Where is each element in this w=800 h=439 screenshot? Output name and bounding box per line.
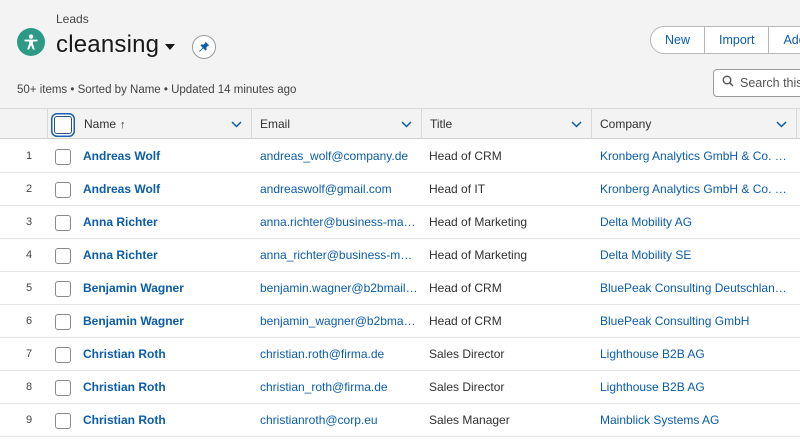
row-number: 8 xyxy=(25,381,33,393)
lead-name-link[interactable]: Christian Roth xyxy=(83,338,243,371)
lead-email-link[interactable]: anna_richter@business-mail.de xyxy=(260,239,418,272)
lead-company-link[interactable]: Lighthouse B2B AG xyxy=(600,371,790,404)
row-checkbox[interactable] xyxy=(55,281,71,297)
column-label-title: Title xyxy=(430,117,453,131)
lead-title: Sales Director xyxy=(429,380,505,394)
row-checkbox[interactable] xyxy=(55,314,71,330)
column-header-title[interactable]: Title xyxy=(422,109,592,139)
column-header-email[interactable]: Email xyxy=(252,109,422,139)
list-actions: New Import Add xyxy=(650,26,800,54)
row-number: 3 xyxy=(25,216,33,228)
add-button[interactable]: Add xyxy=(769,27,800,53)
select-all-checkbox[interactable] xyxy=(54,116,72,134)
row-number: 1 xyxy=(25,150,33,162)
table-row: 4 Anna Richter anna_richter@business-mai… xyxy=(0,239,800,272)
table-row: 8 Christian Roth christian_roth@firma.de… xyxy=(0,371,800,404)
lead-email-link[interactable]: andreaswolf@gmail.com xyxy=(260,173,418,206)
table-row: 5 Benjamin Wagner benjamin.wagner@b2bmai… xyxy=(0,272,800,305)
chevron-down-icon[interactable] xyxy=(399,117,413,131)
row-checkbox[interactable] xyxy=(55,215,71,231)
row-number: 9 xyxy=(25,414,33,426)
column-label-name: Name xyxy=(84,117,117,131)
import-button[interactable]: Import xyxy=(705,27,770,53)
list-search-box xyxy=(713,69,800,97)
object-label: Leads xyxy=(56,12,89,26)
lead-title: Sales Manager xyxy=(429,413,510,427)
column-label-company: Company xyxy=(600,117,652,131)
lead-name-link[interactable]: Anna Richter xyxy=(83,239,243,272)
lead-name-link[interactable]: Benjamin Wagner xyxy=(83,272,243,305)
lead-object-icon xyxy=(17,28,45,56)
lead-title: Head of IT xyxy=(429,182,486,196)
row-checkbox[interactable] xyxy=(55,248,71,264)
table-row: 2 Andreas Wolf andreaswolf@gmail.com Hea… xyxy=(0,173,800,206)
pin-icon[interactable] xyxy=(192,35,216,59)
chevron-down-icon[interactable] xyxy=(774,117,788,131)
row-number: 2 xyxy=(25,183,33,195)
sort-ascending-icon: ↑ xyxy=(120,119,126,131)
lead-name-link[interactable]: Christian Roth xyxy=(83,404,243,437)
row-checkbox[interactable] xyxy=(55,380,71,396)
lead-name-link[interactable]: Benjamin Wagner xyxy=(83,305,243,338)
lead-company-link[interactable]: BluePeak Consulting GmbH xyxy=(600,305,790,338)
lead-company-link[interactable]: Lighthouse B2B AG xyxy=(600,338,790,371)
table-row: 3 Anna Richter anna.richter@business-mai… xyxy=(0,206,800,239)
row-number: 7 xyxy=(25,348,33,360)
lead-company-link[interactable]: Kronberg Analytics GmbH & Co. KG xyxy=(600,173,790,206)
row-checkbox[interactable] xyxy=(55,149,71,165)
chevron-down-icon[interactable] xyxy=(569,117,583,131)
column-header-name[interactable]: Name ↑ xyxy=(76,109,252,139)
list-view-picker-caret-icon[interactable] xyxy=(160,38,180,56)
lead-name-link[interactable]: Anna Richter xyxy=(83,206,243,239)
lead-company-link[interactable]: Delta Mobility AG xyxy=(600,206,790,239)
select-all-header xyxy=(48,109,76,139)
lead-email-link[interactable]: benjamin_wagner@b2bmail.de xyxy=(260,305,418,338)
lead-title: Head of CRM xyxy=(429,149,502,163)
lead-email-link[interactable]: christianroth@corp.eu xyxy=(260,404,418,437)
lead-email-link[interactable]: benjamin.wagner@b2bmail.de xyxy=(260,272,418,305)
leads-table: Name ↑ Email Title Company 1 Andreas Wol… xyxy=(0,108,800,439)
table-row: 6 Benjamin Wagner benjamin_wagner@b2bmai… xyxy=(0,305,800,338)
row-checkbox[interactable] xyxy=(55,182,71,198)
search-input[interactable] xyxy=(740,76,800,90)
row-number-header xyxy=(0,109,48,139)
row-number: 4 xyxy=(25,249,33,261)
new-button[interactable]: New xyxy=(651,27,706,53)
lead-name-link[interactable]: Andreas Wolf xyxy=(83,140,243,173)
row-checkbox[interactable] xyxy=(55,413,71,429)
lead-email-link[interactable]: anna.richter@business-mail.de xyxy=(260,206,418,239)
leads-list-view: Leads cleansing 50+ items • Sorted by Na… xyxy=(0,0,800,439)
chevron-down-icon[interactable] xyxy=(229,117,243,131)
row-checkbox[interactable] xyxy=(55,347,71,363)
column-label-email: Email xyxy=(260,117,291,131)
lead-title: Head of CRM xyxy=(429,314,502,328)
list-meta-info: 50+ items • Sorted by Name • Updated 14 … xyxy=(17,84,297,96)
lead-title: Head of CRM xyxy=(429,281,502,295)
table-row: 7 Christian Roth christian.roth@firma.de… xyxy=(0,338,800,371)
lead-email-link[interactable]: christian_roth@firma.de xyxy=(260,371,418,404)
search-icon xyxy=(722,74,734,92)
lead-company-link[interactable]: Kronberg Analytics GmbH & Co. KG xyxy=(600,140,790,173)
lead-title: Head of Marketing xyxy=(429,248,528,262)
lead-title: Sales Director xyxy=(429,347,505,361)
table-header: Name ↑ Email Title Company xyxy=(0,109,800,139)
column-header-company[interactable]: Company xyxy=(592,109,797,139)
list-header: Leads cleansing 50+ items • Sorted by Na… xyxy=(0,0,800,108)
lead-email-link[interactable]: andreas_wolf@company.de xyxy=(260,140,418,173)
lead-email-link[interactable]: christian.roth@firma.de xyxy=(260,338,418,371)
table-row: 1 Andreas Wolf andreas_wolf@company.de H… xyxy=(0,140,800,173)
list-view-title: cleansing xyxy=(56,31,160,58)
lead-company-link[interactable]: Mainblick Systems AG xyxy=(600,404,790,437)
lead-name-link[interactable]: Christian Roth xyxy=(83,371,243,404)
lead-company-link[interactable]: BluePeak Consulting Deutschland GmbH xyxy=(600,272,790,305)
row-number: 6 xyxy=(25,315,33,327)
row-number: 5 xyxy=(25,282,33,294)
lead-title: Head of Marketing xyxy=(429,215,528,229)
lead-name-link[interactable]: Andreas Wolf xyxy=(83,173,243,206)
lead-company-link[interactable]: Delta Mobility SE xyxy=(600,239,790,272)
table-row: 9 Christian Roth christianroth@corp.eu S… xyxy=(0,404,800,437)
